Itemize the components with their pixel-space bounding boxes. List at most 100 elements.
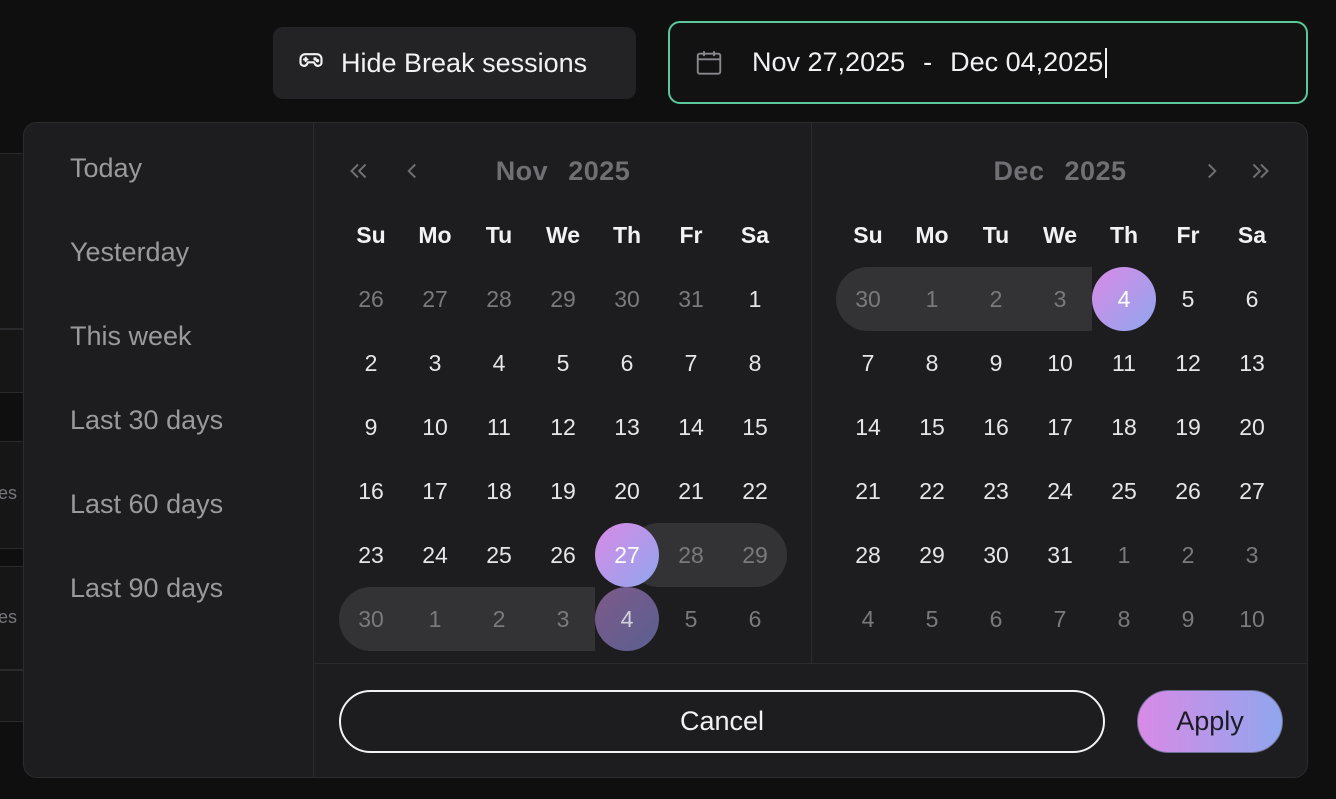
next-month-button[interactable]	[1199, 153, 1225, 193]
calendar-day[interactable]: 22	[900, 459, 964, 523]
calendar-day[interactable]: 19	[1156, 395, 1220, 459]
calendar-day[interactable]: 15	[723, 395, 787, 459]
year-label[interactable]: 2025	[1064, 156, 1126, 186]
calendar-day[interactable]: 23	[339, 523, 403, 587]
calendar-day[interactable]: 2	[339, 331, 403, 395]
month-label[interactable]: Nov	[496, 156, 549, 186]
calendar-day[interactable]: 2	[467, 587, 531, 651]
calendar-day[interactable]: 19	[531, 459, 595, 523]
preset-yesterday[interactable]: Yesterday	[70, 237, 189, 268]
calendar-day[interactable]: 28	[467, 267, 531, 331]
calendar-day[interactable]: 27	[403, 267, 467, 331]
calendar-day[interactable]: 8	[723, 331, 787, 395]
calendar-day[interactable]: 16	[964, 395, 1028, 459]
preset-today[interactable]: Today	[70, 153, 142, 184]
calendar-day[interactable]: 27	[1220, 459, 1284, 523]
calendar-day[interactable]: 12	[1156, 331, 1220, 395]
calendar-day[interactable]: 8	[900, 331, 964, 395]
calendar-day[interactable]: 11	[1092, 331, 1156, 395]
calendar-day[interactable]: 29	[723, 523, 787, 587]
calendar-day[interactable]: 29	[531, 267, 595, 331]
hide-break-sessions-button[interactable]: Hide Break sessions	[273, 27, 636, 99]
calendar-day[interactable]: 5	[900, 587, 964, 651]
preset-last-30-days[interactable]: Last 30 days	[70, 405, 223, 436]
date-range-input[interactable]: Nov 27,2025 - Dec 04,2025	[668, 21, 1308, 104]
calendar-day[interactable]: 21	[659, 459, 723, 523]
calendar-day[interactable]: 1	[1092, 523, 1156, 587]
calendar-day[interactable]: 21	[836, 459, 900, 523]
calendar-day[interactable]: 3	[531, 587, 595, 651]
calendar-day[interactable]: 18	[467, 459, 531, 523]
calendar-day[interactable]: 5	[1156, 267, 1220, 331]
calendar-day[interactable]: 10	[403, 395, 467, 459]
calendar-day[interactable]: 28	[836, 523, 900, 587]
calendar-day[interactable]: 7	[836, 331, 900, 395]
calendar-day[interactable]: 25	[467, 523, 531, 587]
calendar-day[interactable]: 14	[659, 395, 723, 459]
calendar-day[interactable]: 3	[403, 331, 467, 395]
calendar-day[interactable]: 1	[723, 267, 787, 331]
selected-day[interactable]: 27	[595, 523, 659, 587]
calendar-day[interactable]: 7	[1028, 587, 1092, 651]
calendar-day[interactable]: 30	[595, 267, 659, 331]
selected-day[interactable]: 4	[1092, 267, 1156, 331]
calendar-day[interactable]: 22	[723, 459, 787, 523]
calendar-day[interactable]: 20	[1220, 395, 1284, 459]
calendar-day[interactable]: 23	[964, 459, 1028, 523]
calendar-day[interactable]: 7	[659, 331, 723, 395]
calendar-day[interactable]: 12	[531, 395, 595, 459]
calendar-day[interactable]: 9	[1156, 587, 1220, 651]
preset-this-week[interactable]: This week	[70, 321, 192, 352]
calendar-day[interactable]: 26	[531, 523, 595, 587]
preset-last-90-days[interactable]: Last 90 days	[70, 573, 223, 604]
calendar-day[interactable]: 18	[1092, 395, 1156, 459]
calendar-day[interactable]: 13	[595, 395, 659, 459]
calendar-day[interactable]: 29	[900, 523, 964, 587]
calendar-day[interactable]: 2	[1156, 523, 1220, 587]
calendar-day[interactable]: 3	[1028, 267, 1092, 331]
calendar-day[interactable]: 6	[595, 331, 659, 395]
calendar-day[interactable]: 14	[836, 395, 900, 459]
calendar-day[interactable]: 16	[339, 459, 403, 523]
calendar-day[interactable]: 30	[836, 267, 900, 331]
calendar-day[interactable]: 28	[659, 523, 723, 587]
calendar-day[interactable]: 8	[1092, 587, 1156, 651]
selected-day[interactable]: 4	[595, 587, 659, 651]
calendar-day[interactable]: 1	[403, 587, 467, 651]
calendar-day[interactable]: 5	[531, 331, 595, 395]
calendar-day[interactable]: 15	[900, 395, 964, 459]
calendar-day[interactable]: 17	[403, 459, 467, 523]
calendar-day[interactable]: 4	[467, 331, 531, 395]
calendar-day[interactable]: 3	[1220, 523, 1284, 587]
calendar-day[interactable]: 26	[1156, 459, 1220, 523]
month-label[interactable]: Dec	[993, 156, 1044, 186]
calendar-day[interactable]: 20	[595, 459, 659, 523]
calendar-day[interactable]: 6	[723, 587, 787, 651]
calendar-day[interactable]: 30	[964, 523, 1028, 587]
cancel-button[interactable]: Cancel	[339, 690, 1105, 753]
calendar-day[interactable]: 10	[1220, 587, 1284, 651]
calendar-day[interactable]: 30	[339, 587, 403, 651]
calendar-day[interactable]: 24	[1028, 459, 1092, 523]
calendar-day[interactable]: 2	[964, 267, 1028, 331]
calendar-day[interactable]: 25	[1092, 459, 1156, 523]
calendar-day[interactable]: 31	[1028, 523, 1092, 587]
calendar-day[interactable]: 6	[1220, 267, 1284, 331]
calendar-day[interactable]: 9	[964, 331, 1028, 395]
calendar-day[interactable]: 26	[339, 267, 403, 331]
next-year-button[interactable]	[1248, 153, 1274, 193]
year-label[interactable]: 2025	[568, 156, 630, 186]
calendar-day[interactable]: 24	[403, 523, 467, 587]
calendar-day[interactable]: 11	[467, 395, 531, 459]
preset-last-60-days[interactable]: Last 60 days	[70, 489, 223, 520]
calendar-day[interactable]: 6	[964, 587, 1028, 651]
calendar-day[interactable]: 17	[1028, 395, 1092, 459]
calendar-day[interactable]: 1	[900, 267, 964, 331]
calendar-day[interactable]: 13	[1220, 331, 1284, 395]
calendar-day[interactable]: 10	[1028, 331, 1092, 395]
calendar-day[interactable]: 4	[836, 587, 900, 651]
calendar-day[interactable]: 9	[339, 395, 403, 459]
calendar-day[interactable]: 31	[659, 267, 723, 331]
apply-button[interactable]: Apply	[1137, 690, 1283, 753]
calendar-day[interactable]: 5	[659, 587, 723, 651]
